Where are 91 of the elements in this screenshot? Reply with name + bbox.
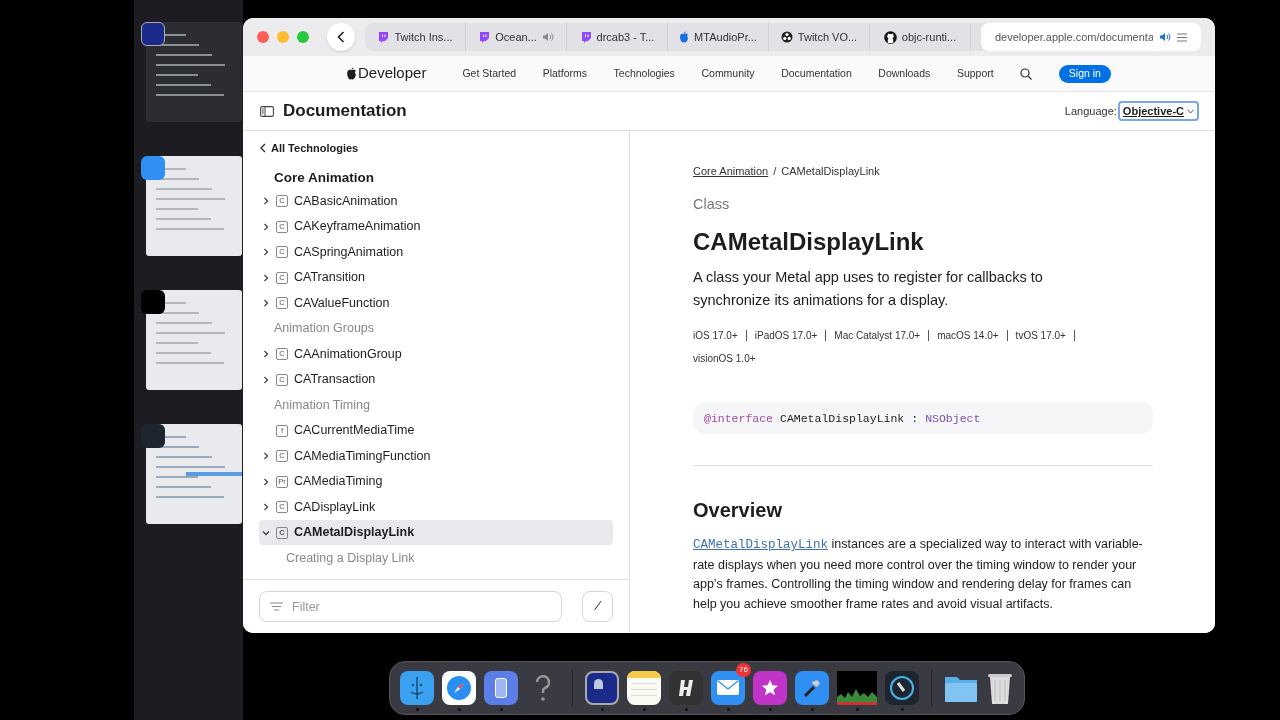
apple-icon: [679, 31, 690, 43]
sidebar-title: Core Animation: [274, 169, 374, 187]
chevron-right-icon[interactable]: [262, 503, 270, 511]
code-token: NSObject: [925, 410, 981, 427]
language-label: Language:: [1064, 103, 1117, 119]
chevron-right-icon[interactable]: [262, 375, 270, 384]
terminal-icon[interactable]: [585, 670, 619, 705]
documentation-title: Documentation: [283, 100, 407, 123]
compass-icon[interactable]: [442, 670, 476, 705]
app-icon[interactable]: [140, 156, 165, 180]
reader-icon[interactable]: [1177, 32, 1187, 42]
hammer-icon[interactable]: [795, 670, 829, 705]
window-thumbnail[interactable]: [145, 290, 242, 390]
filter-icon: [270, 602, 283, 611]
nav-link[interactable]: Technologies: [613, 65, 675, 82]
app-icon[interactable]: [669, 670, 703, 705]
github-icon: [883, 30, 897, 44]
caret-icon: [1187, 108, 1194, 114]
app-icon[interactable]: [484, 670, 518, 705]
twitch-icon: [377, 31, 390, 43]
nav-link[interactable]: Community: [701, 65, 755, 82]
browser-tab[interactable]: MTAudioPr...: [668, 23, 769, 51]
notification-badge: 76: [736, 662, 751, 677]
filter-field[interactable]: Filter: [259, 591, 562, 622]
sidebar-topic[interactable]: Creating a Display Link: [286, 548, 415, 568]
chevron-right-icon[interactable]: [262, 222, 270, 231]
finder-icon[interactable]: [400, 670, 434, 705]
language-dropdown[interactable]: Objective-C: [1117, 101, 1199, 121]
breadcrumb-link[interactable]: Core Animation: [693, 163, 769, 180]
apple-logo-icon: [346, 67, 357, 80]
back-chevron-icon: [260, 143, 266, 153]
close-window-button[interactable]: [257, 31, 269, 43]
breadcrumb-current: CAMetalDisplayLink: [781, 164, 880, 179]
platform-availability: iPadOS 17.0+: [754, 330, 827, 342]
symbol-kind: Class: [693, 194, 731, 214]
search-icon[interactable]: [1020, 67, 1033, 80]
notes-icon[interactable]: [627, 670, 661, 705]
browser-tab[interactable]: Twitch VO...: [769, 23, 870, 51]
code-token: @interface: [704, 410, 773, 427]
chevron-down-icon[interactable]: [262, 528, 270, 537]
platform-availability: Mac Catalyst 17.0+: [834, 330, 930, 342]
app-icon[interactable]: [140, 290, 165, 314]
activity-graph-icon[interactable]: [837, 670, 877, 705]
shortcut-key: /: [582, 591, 613, 622]
platform-availability: macOS 14.0+: [937, 330, 1008, 342]
twitch-icon: [478, 31, 491, 43]
window-thumbnail[interactable]: [145, 424, 242, 524]
browser-tab[interactable]: Ocean...: [466, 23, 567, 51]
page-title: CAMetalDisplayLink: [693, 227, 925, 258]
chevron-right-icon[interactable]: [262, 477, 270, 486]
nav-link[interactable]: Platforms: [542, 65, 587, 82]
nav-link[interactable]: Documentation: [781, 65, 852, 82]
platform-availability: visionOS 1.0+: [693, 353, 757, 365]
abstract-text: A class your Metal app uses to register for callbacks to synchronize its animations for a display.: [693, 268, 1044, 311]
nav-link[interactable]: Downloads: [878, 65, 931, 82]
section-title: Overview: [693, 498, 783, 524]
code-token: :: [911, 410, 919, 427]
chevron-right-icon[interactable]: [262, 273, 270, 282]
browser-tab[interactable]: objc-runti...: [870, 23, 971, 51]
nav-link[interactable]: Support: [956, 65, 994, 82]
speaker-icon[interactable]: [1159, 32, 1171, 42]
sidebar-toggle-icon[interactable]: [260, 105, 274, 117]
chevron-right-icon[interactable]: [262, 452, 270, 460]
all-technologies-link[interactable]: All Technologies: [243, 140, 359, 156]
platform-availability: tvOS 17.0+: [1015, 330, 1075, 342]
breadcrumb-separator: /: [773, 164, 777, 179]
platform-availability: iOS 17.0+: [693, 330, 747, 342]
back-button[interactable]: [327, 23, 355, 51]
symbol-link[interactable]: CAMetalDisplayLink: [693, 538, 829, 553]
twitch-icon: [579, 31, 592, 43]
speaker-icon[interactable]: [541, 32, 554, 42]
overview-paragraph: CAMetalDisplayLink instances are a specialized way to interact with variable-rate displays when you need more control over the timing window to render your app’s frames. Controlling the timing window and rendering delay for frames can help you achieve smoother frame rates and avoid visual artifacts.: [693, 536, 1144, 613]
chevron-right-icon[interactable]: [262, 197, 270, 205]
browser-tab[interactable]: Twitch Ins...: [365, 23, 466, 51]
gauge-icon[interactable]: [885, 670, 919, 705]
section-heading: Animation Timing: [274, 396, 370, 414]
code-token: CAMetalDisplayLink: [780, 410, 905, 427]
window-thumbnail[interactable]: [145, 22, 242, 122]
nav-link[interactable]: Get Started: [462, 65, 517, 82]
obs-icon: [780, 31, 793, 43]
chevron-right-icon[interactable]: [262, 248, 270, 256]
sign-in-button[interactable]: Sign in: [1058, 64, 1111, 83]
app-icon[interactable]: [140, 424, 165, 448]
chevron-right-icon[interactable]: [262, 299, 270, 307]
browser-tab[interactable]: drcab3 - T...: [567, 23, 668, 51]
mail-icon[interactable]: [711, 670, 745, 705]
developer-logo-link[interactable]: Developer: [346, 62, 427, 85]
app-icon[interactable]: [140, 22, 165, 46]
chevron-right-icon[interactable]: [262, 350, 270, 358]
window-thumbnail[interactable]: [145, 156, 242, 256]
section-heading: Animation Groups: [274, 320, 375, 338]
